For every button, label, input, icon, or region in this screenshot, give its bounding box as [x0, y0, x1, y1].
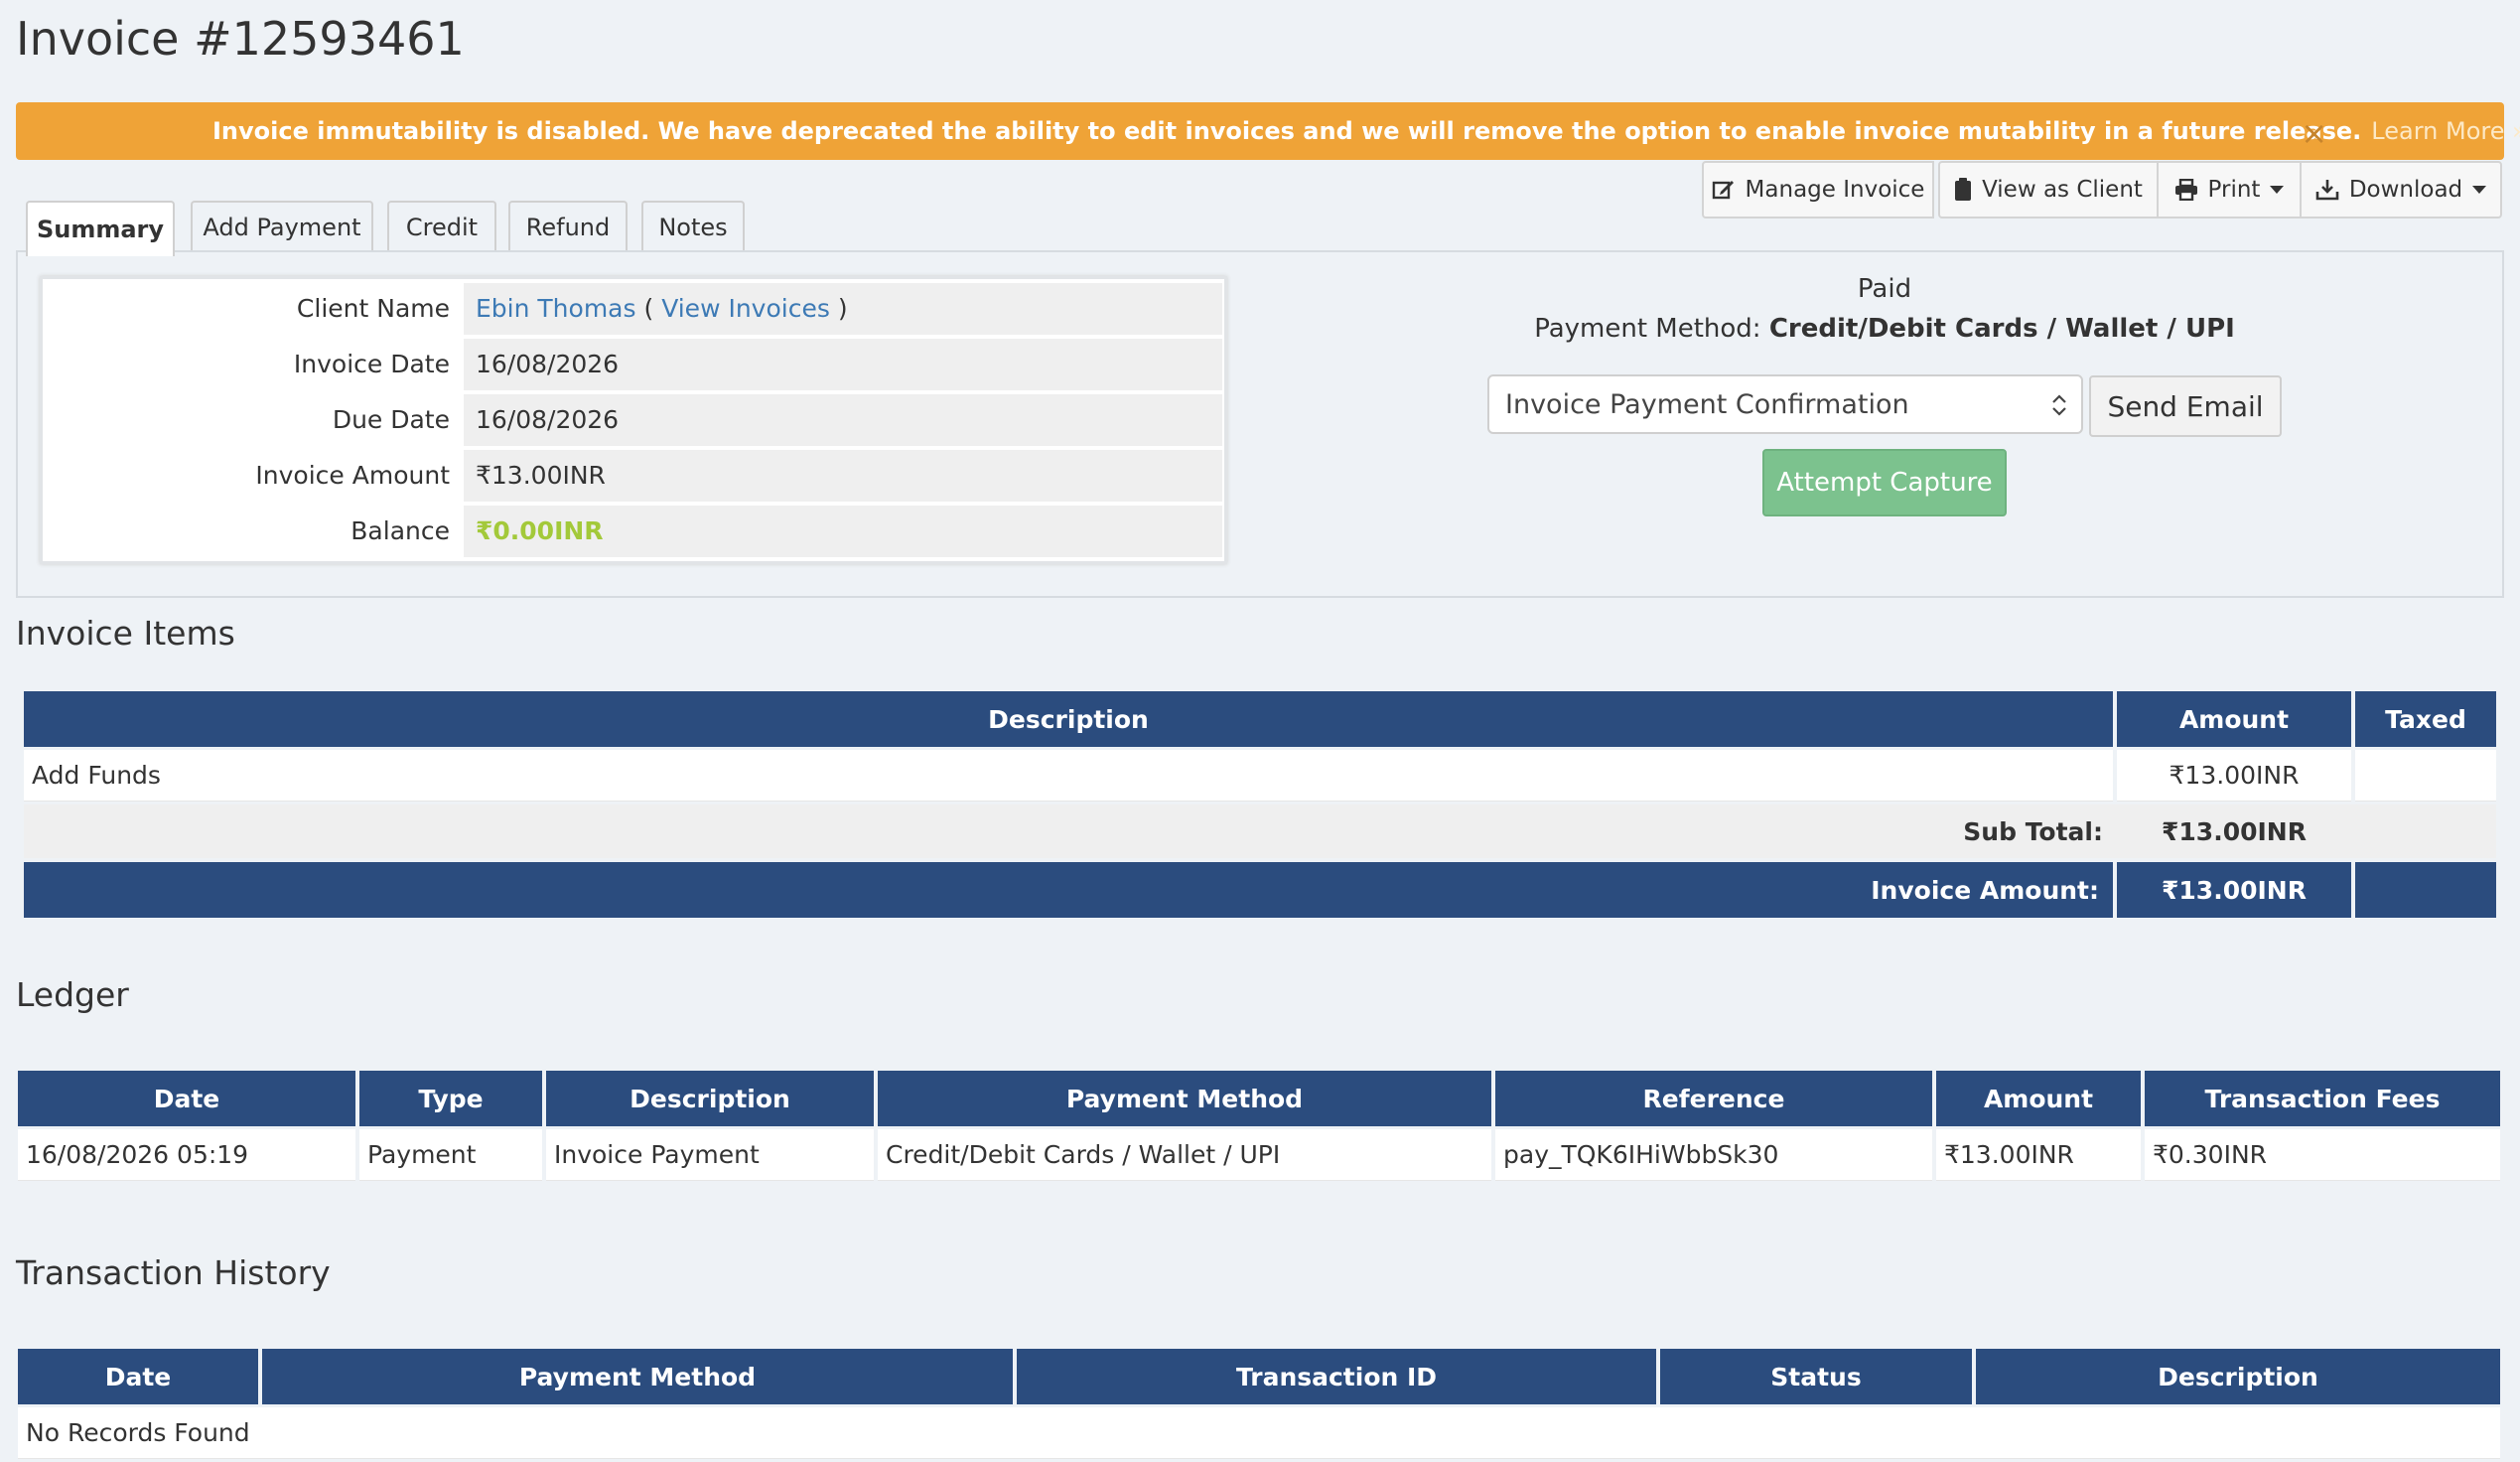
- balance-value: ₹0.00INR: [476, 516, 604, 545]
- invoice-date-label: Invoice Date: [293, 350, 450, 378]
- history-header-description: Description: [1976, 1349, 2500, 1404]
- invoice-date-row: Invoice Date 16/08/2026: [43, 339, 1224, 394]
- view-invoices-link[interactable]: View Invoices: [661, 294, 830, 323]
- history-empty-row: No Records Found: [18, 1407, 2500, 1459]
- paren-open: (: [643, 294, 654, 323]
- history-header-status: Status: [1660, 1349, 1972, 1404]
- print-icon: [2174, 179, 2197, 201]
- item-taxed: [2355, 750, 2496, 802]
- payment-method-line: Payment Method: Credit/Debit Cards / Wal…: [1388, 314, 2381, 344]
- edit-icon: [1712, 181, 1734, 200]
- ledger-reference: pay_TQK6IHiWbbSk30: [1495, 1129, 1932, 1181]
- client-value: Ebin Thomas ( View Invoices ): [464, 283, 1222, 335]
- send-email-button[interactable]: Send Email: [2089, 375, 2282, 437]
- payment-status: Paid: [1857, 274, 1912, 304]
- client-name-link[interactable]: Ebin Thomas: [476, 294, 636, 323]
- history-header-transaction-id: Transaction ID: [1017, 1349, 1656, 1404]
- ledger-payment-method: Credit/Debit Cards / Wallet / UPI: [878, 1129, 1491, 1181]
- ledger-header-payment-method: Payment Method: [878, 1071, 1491, 1126]
- subtotal-label: Sub Total:: [1963, 816, 2103, 846]
- ledger-transaction-fees: ₹0.30INR: [2145, 1129, 2500, 1181]
- invoice-amount-value: ₹13.00INR: [464, 450, 1222, 502]
- select-arrows-icon: [2052, 394, 2066, 416]
- client-label: Client Name: [296, 294, 450, 323]
- total-label: Invoice Amount:: [24, 862, 2113, 918]
- alert-message: Invoice immutability is disabled. We hav…: [212, 117, 2362, 145]
- clipboard-icon: [1955, 178, 1972, 201]
- ledger-header-date: Date: [18, 1071, 355, 1126]
- invoice-amount-label: Invoice Amount: [255, 461, 450, 490]
- download-icon: [2315, 180, 2339, 201]
- page-title: Invoice #12593461: [16, 12, 465, 66]
- ledger-header-transaction-fees: Transaction Fees: [2145, 1071, 2500, 1126]
- history-header-date: Date: [18, 1349, 258, 1404]
- balance-value-cell: ₹0.00INR: [464, 506, 1222, 557]
- immutability-alert: Invoice immutability is disabled. We hav…: [16, 102, 2520, 160]
- ledger-date: 16/08/2026 05:19: [18, 1129, 355, 1181]
- chevron-down-icon: [2270, 186, 2285, 194]
- download-label: Download: [2348, 177, 2463, 203]
- ledger-header-type: Type: [359, 1071, 542, 1126]
- view-as-client-button[interactable]: View as Client: [1938, 161, 2159, 219]
- learn-more-link[interactable]: Learn More »: [2371, 117, 2520, 145]
- print-button[interactable]: Print: [2157, 161, 2302, 219]
- item-amount: ₹13.00INR: [2117, 750, 2351, 802]
- invoice-info-box: Client Name Ebin Thomas ( View Invoices …: [40, 276, 1227, 564]
- tab-refund[interactable]: Refund: [508, 201, 628, 252]
- due-date-row: Due Date 16/08/2026: [43, 394, 1224, 450]
- ledger-amount: ₹13.00INR: [1936, 1129, 2141, 1181]
- email-template-select[interactable]: Invoice Payment Confirmation: [1487, 374, 2083, 434]
- invoice-amount-row: Invoice Amount ₹13.00INR: [43, 450, 1224, 506]
- items-header-description: Description: [24, 691, 2113, 747]
- download-button[interactable]: Download: [2300, 161, 2502, 219]
- history-header-payment-method: Payment Method: [262, 1349, 1013, 1404]
- balance-label: Balance: [350, 516, 450, 545]
- ledger-header-reference: Reference: [1495, 1071, 1932, 1126]
- payment-method-value: Credit/Debit Cards / Wallet / UPI: [1768, 314, 2235, 344]
- ledger-header-amount: Amount: [1936, 1071, 2141, 1126]
- tab-add-payment[interactable]: Add Payment: [191, 201, 373, 252]
- manage-invoice-label: Manage Invoice: [1745, 177, 1925, 203]
- total-taxed-cell: [2355, 862, 2496, 918]
- tab-summary[interactable]: Summary: [26, 201, 175, 256]
- balance-row: Balance ₹0.00INR: [43, 506, 1224, 561]
- manage-invoice-button[interactable]: Manage Invoice: [1702, 161, 1934, 219]
- paren-close: ): [837, 294, 848, 323]
- print-label: Print: [2207, 177, 2261, 203]
- invoice-items-title: Invoice Items: [16, 614, 235, 653]
- tab-credit[interactable]: Credit: [387, 201, 496, 252]
- close-icon[interactable]: ×: [2301, 114, 2327, 152]
- chevron-down-icon: [2472, 186, 2487, 194]
- total-value: ₹13.00INR: [2117, 862, 2351, 918]
- ledger-header-description: Description: [546, 1071, 874, 1126]
- items-header-amount: Amount: [2117, 691, 2351, 747]
- transaction-history-title: Transaction History: [16, 1253, 331, 1292]
- due-date-value: 16/08/2026: [464, 394, 1222, 446]
- subtotal-value: ₹13.00INR: [2162, 816, 2307, 846]
- invoice-date-value: 16/08/2026: [464, 339, 1222, 390]
- invoice-page: Invoice #12593461 Invoice immutability i…: [0, 0, 2520, 1462]
- item-description: Add Funds: [24, 750, 2113, 802]
- payment-method-label: Payment Method:: [1534, 314, 1761, 344]
- ledger-description: Invoice Payment: [546, 1129, 874, 1181]
- tab-notes[interactable]: Notes: [641, 201, 745, 252]
- client-row: Client Name Ebin Thomas ( View Invoices …: [43, 283, 1224, 339]
- ledger-title: Ledger: [16, 975, 129, 1014]
- due-date-label: Due Date: [332, 405, 450, 434]
- ledger-type: Payment: [359, 1129, 542, 1181]
- attempt-capture-button[interactable]: Attempt Capture: [1762, 449, 2007, 516]
- view-as-client-label: View as Client: [1982, 177, 2143, 203]
- email-template-value: Invoice Payment Confirmation: [1505, 388, 1909, 420]
- items-header-taxed: Taxed: [2355, 691, 2496, 747]
